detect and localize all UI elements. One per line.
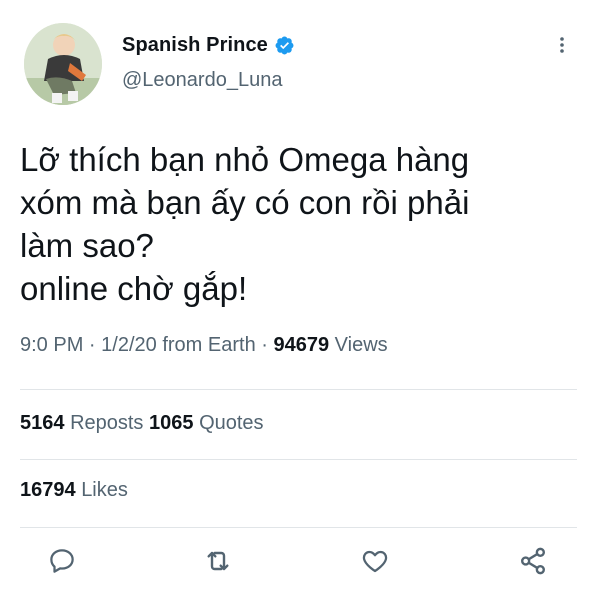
avatar[interactable]	[24, 23, 102, 105]
like-button[interactable]	[355, 541, 395, 581]
likes-count: 16794	[20, 479, 76, 501]
display-name[interactable]: Spanish Prince	[122, 34, 268, 57]
views-count: 94679	[273, 334, 330, 356]
quotes-count: 1065	[149, 412, 194, 434]
reply-button[interactable]	[42, 541, 82, 581]
reposts-count: 5164	[20, 412, 65, 434]
more-options-icon[interactable]	[551, 34, 573, 56]
verified-badge-icon	[275, 36, 294, 55]
reposts-label: Reposts	[70, 412, 144, 434]
divider	[20, 459, 577, 460]
share-icon	[521, 547, 545, 575]
tweet-card: Spanish Prince @Leonardo_Luna Lỡ thích b…	[0, 0, 600, 604]
like-icon	[362, 550, 388, 573]
tweet-meta: 9:0 PM · 1/2/20 from Earth · 94679 Views	[20, 334, 388, 357]
quotes-label: Quotes	[199, 412, 264, 434]
reply-icon	[50, 549, 74, 573]
tweet-source: from Earth	[162, 334, 256, 356]
author-handle[interactable]: @Leonardo_Luna	[122, 69, 282, 92]
quotes-stat[interactable]: 1065 Quotes	[149, 412, 264, 434]
tweet-time[interactable]: 9:0 PM	[20, 334, 83, 356]
reposts-stat[interactable]: 5164 Reposts	[20, 412, 143, 434]
avatar-illustration	[24, 23, 102, 105]
tweet-date[interactable]: 1/2/20	[101, 334, 157, 356]
share-button[interactable]	[513, 541, 553, 581]
meta-separator: ·	[88, 334, 96, 356]
divider	[20, 389, 577, 390]
likes-label: Likes	[81, 479, 128, 501]
views-label: Views	[334, 334, 388, 356]
tweet-text: Lỡ thích bạn nhỏ Omega hàng xóm mà bạn ấ…	[20, 141, 470, 307]
repost-button[interactable]	[198, 541, 238, 581]
likes-stats[interactable]: 16794 Likes	[20, 479, 128, 502]
repost-icon	[207, 551, 229, 571]
author-name-row: Spanish Prince	[122, 34, 295, 57]
meta-separator: ·	[261, 334, 268, 356]
divider	[20, 527, 577, 528]
repost-quote-stats: 5164 Reposts 1065 Quotes	[20, 412, 264, 435]
